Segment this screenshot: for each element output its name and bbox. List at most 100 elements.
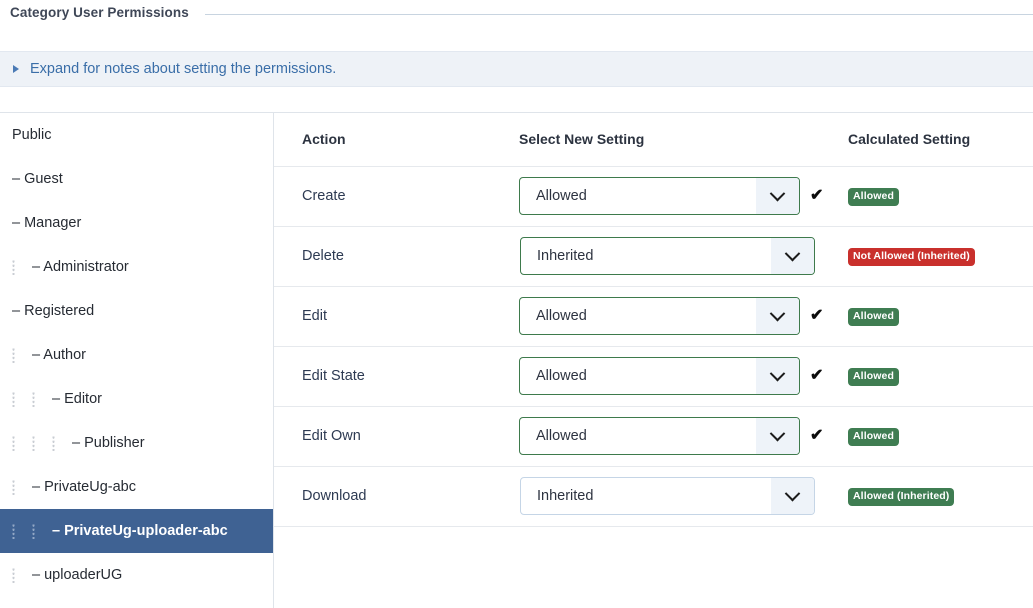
sidebar-item-author[interactable]: – Author	[0, 333, 273, 377]
sidebar-item-administrator[interactable]: – Administrator	[0, 245, 273, 289]
status-badge: Allowed	[848, 308, 899, 326]
chevron-down-icon	[769, 305, 786, 321]
setting-select-download[interactable]: Inherited	[520, 477, 815, 515]
calculated-setting-cell: Allowed	[848, 406, 1033, 467]
select-value: Allowed	[536, 188, 587, 204]
select-setting-cell: Allowed ✔	[519, 286, 848, 347]
select-wrapper: Inherited	[519, 477, 848, 515]
status-badge: Not Allowed (Inherited)	[848, 248, 975, 266]
permissions-table: Action Select New Setting Calculated Set…	[274, 113, 1033, 527]
select-value: Allowed	[536, 308, 587, 324]
calculated-setting-cell: Allowed (Inherited)	[848, 466, 1033, 527]
drag-handle-dots-icon[interactable]	[32, 435, 36, 451]
sidebar-item-label: – Administrator	[32, 259, 129, 275]
select-value: Allowed	[536, 428, 587, 444]
drag-handle-dots-icon[interactable]	[32, 523, 36, 539]
status-badge: Allowed	[848, 368, 899, 386]
sidebar-item-label: – PrivateUg-uploader-abc	[52, 523, 228, 539]
action-cell: Edit Own	[274, 406, 519, 467]
sidebar-item-uploaderug[interactable]: – uploaderUG	[0, 553, 273, 597]
action-cell: Edit	[274, 286, 519, 347]
chevron-down-icon	[769, 425, 786, 441]
sidebar-item-label: Public	[12, 127, 52, 143]
action-cell: Create	[274, 166, 519, 227]
sidebar-item-guest[interactable]: – Guest	[0, 157, 273, 201]
sidebar-item-registered[interactable]: – Registered	[0, 289, 273, 333]
sidebar-item-label: – Author	[32, 347, 87, 363]
select-dropdown-button[interactable]	[756, 418, 799, 454]
tab-bar-rule	[205, 14, 1033, 15]
checkmark-icon: ✔	[810, 307, 824, 324]
setting-select-create[interactable]: Allowed	[519, 177, 800, 215]
drag-handle-dots-icon[interactable]	[12, 259, 16, 275]
sidebar-item-label: – PrivateUg-abc	[32, 479, 136, 495]
select-wrapper: Allowed ✔	[519, 177, 848, 215]
action-cell: Edit State	[274, 346, 519, 407]
select-wrapper: Allowed ✔	[519, 417, 848, 455]
tab-category-user-permissions[interactable]: Category User Permissions	[10, 0, 197, 20]
drag-handle-dots-icon[interactable]	[12, 523, 16, 539]
drag-handle-dots-icon[interactable]	[52, 435, 56, 451]
expand-notes-link[interactable]: Expand for notes about setting the permi…	[30, 61, 336, 77]
select-dropdown-button[interactable]	[771, 478, 814, 514]
notes-alert-bar[interactable]: Expand for notes about setting the permi…	[0, 51, 1033, 87]
select-dropdown-button[interactable]	[771, 238, 814, 274]
checkmark-icon: ✔	[810, 187, 824, 204]
checkmark-icon: ✔	[810, 367, 824, 384]
table-header-row: Action Select New Setting Calculated Set…	[274, 113, 1033, 167]
sidebar-item-privateug-abc[interactable]: – PrivateUg-abc	[0, 465, 273, 509]
status-badge: Allowed	[848, 188, 899, 206]
select-setting-cell: Allowed ✔	[519, 346, 848, 407]
column-header-action: Action	[274, 113, 519, 167]
sidebar-item-label: – Editor	[52, 391, 102, 407]
select-dropdown-button[interactable]	[756, 178, 799, 214]
table-row: Edit State Allowed ✔ Allowed	[274, 346, 1033, 407]
select-setting-cell: Inherited	[519, 466, 848, 527]
select-setting-cell: Inherited	[519, 226, 848, 287]
chevron-down-icon	[784, 245, 801, 261]
drag-handle-dots-icon[interactable]	[12, 391, 16, 407]
action-label: Delete	[302, 248, 344, 264]
tab-bar: Category User Permissions	[0, 0, 1033, 31]
permissions-page: Category User Permissions Expand for not…	[0, 0, 1033, 608]
calculated-setting-cell: Allowed	[848, 166, 1033, 227]
sidebar-item-public[interactable]: Public	[0, 113, 273, 157]
drag-handle-dots-icon[interactable]	[12, 479, 16, 495]
action-label: Edit State	[302, 368, 365, 384]
sidebar-item-editor[interactable]: – Editor	[0, 377, 273, 421]
action-label: Create	[302, 188, 346, 204]
triangle-right-icon	[13, 65, 19, 73]
select-dropdown-button[interactable]	[756, 358, 799, 394]
setting-select-delete[interactable]: Inherited	[520, 237, 815, 275]
select-dropdown-button[interactable]	[756, 298, 799, 334]
drag-handle-dots-icon[interactable]	[32, 391, 36, 407]
action-label: Edit Own	[302, 428, 361, 444]
drag-handle-dots-icon[interactable]	[12, 435, 16, 451]
user-group-tree-sidebar: Public – Guest – Manager – Administrator – R…	[0, 112, 274, 608]
checkmark-icon: ✔	[810, 427, 824, 444]
sidebar-item-privateug-uploader-abc[interactable]: – PrivateUg-uploader-abc	[0, 509, 273, 553]
setting-select-edit[interactable]: Allowed	[519, 297, 800, 335]
drag-handle-dots-icon[interactable]	[12, 567, 16, 583]
drag-handle-dots-icon[interactable]	[12, 347, 16, 363]
select-value: Inherited	[537, 248, 594, 264]
setting-select-edit-own[interactable]: Allowed	[519, 417, 800, 455]
select-setting-cell: Allowed ✔	[519, 406, 848, 467]
sidebar-item-label: – Guest	[12, 171, 63, 187]
setting-select-edit-state[interactable]: Allowed	[519, 357, 800, 395]
chevron-down-icon	[769, 365, 786, 381]
sidebar-item-label: – Registered	[12, 303, 95, 319]
sidebar-item-label: – uploaderUG	[32, 567, 123, 583]
chevron-down-icon	[784, 485, 801, 501]
column-header-calculated-setting: Calculated Setting	[848, 113, 1033, 167]
calculated-setting-cell: Allowed	[848, 286, 1033, 347]
select-value: Allowed	[536, 368, 587, 384]
sidebar-item-manager[interactable]: – Manager	[0, 201, 273, 245]
permissions-panel: Action Select New Setting Calculated Set…	[274, 112, 1033, 608]
calculated-setting-cell: Allowed	[848, 346, 1033, 407]
action-cell: Download	[274, 466, 519, 527]
select-wrapper: Allowed ✔	[519, 357, 848, 395]
action-label: Edit	[302, 308, 327, 324]
table-row: Download Inherited Allowed (Inherited)	[274, 466, 1033, 527]
sidebar-item-publisher[interactable]: – Publisher	[0, 421, 273, 465]
